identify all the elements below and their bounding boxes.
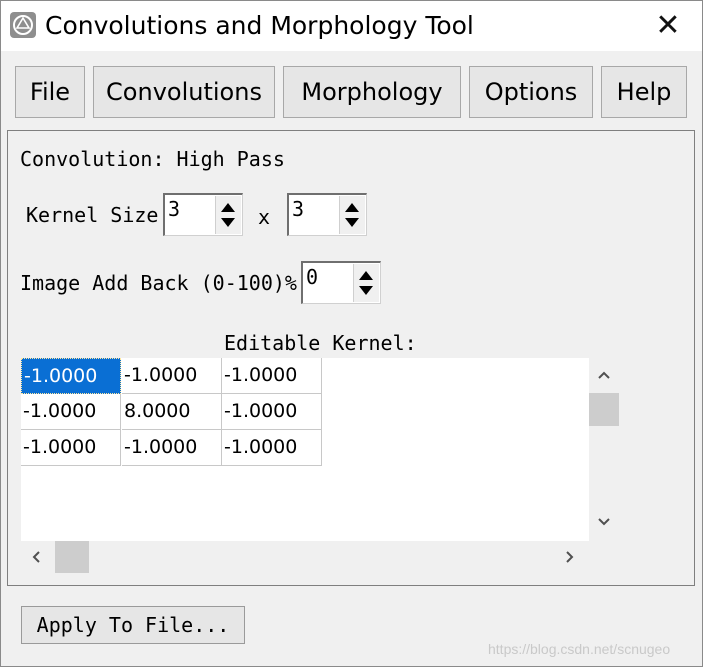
kernel-rows-spinner[interactable]: 3 — [163, 193, 243, 236]
kernel-x-label: x — [258, 205, 271, 229]
kernel-cell[interactable]: -1.0000 — [21, 358, 121, 394]
scroll-left-icon[interactable] — [31, 550, 41, 564]
watermark-text: https://blog.csdn.net/scnugeo — [488, 641, 671, 657]
kernel-cell[interactable]: -1.0000 — [122, 430, 222, 466]
kernel-cols-value[interactable]: 3 — [292, 197, 304, 221]
vertical-scrollbar[interactable] — [589, 358, 619, 541]
add-back-spinner[interactable]: 0 — [301, 261, 381, 304]
menu-file-button[interactable]: File — [15, 66, 85, 118]
convolution-label: Convolution: High Pass — [20, 147, 285, 171]
add-back-label: Image Add Back (0-100)% — [20, 271, 297, 295]
kernel-cell[interactable]: -1.0000 — [21, 394, 121, 430]
title-bar: Convolutions and Morphology Tool ✕ — [1, 1, 702, 51]
kernel-cell[interactable]: -1.0000 — [222, 358, 322, 394]
horizontal-scrollbar[interactable] — [21, 541, 589, 573]
scroll-down-icon[interactable] — [597, 517, 611, 527]
add-back-value[interactable]: 0 — [306, 265, 318, 289]
horizontal-scroll-thumb[interactable] — [55, 541, 89, 573]
apply-to-file-button[interactable]: Apply To File... — [21, 606, 245, 644]
spinner-arrows-icon[interactable] — [339, 196, 365, 234]
kernel-cell[interactable]: -1.0000 — [21, 430, 121, 466]
tool-window: Convolutions and Morphology Tool ✕ File … — [0, 0, 703, 667]
menu-options-button[interactable]: Options — [469, 66, 593, 118]
window-title: Convolutions and Morphology Tool — [45, 11, 474, 40]
spinner-arrows-icon[interactable] — [215, 196, 241, 234]
kernel-rows-value[interactable]: 3 — [168, 197, 180, 221]
vertical-scroll-thumb[interactable] — [589, 393, 619, 426]
kernel-table: -1.0000 -1.0000 -1.0000 -1.0000 8.0000 -… — [21, 358, 589, 541]
kernel-cols-spinner[interactable]: 3 — [287, 193, 367, 236]
close-icon[interactable]: ✕ — [651, 9, 685, 43]
spinner-arrows-icon[interactable] — [353, 264, 379, 302]
kernel-cell[interactable]: 8.0000 — [122, 394, 222, 430]
kernel-cell[interactable]: -1.0000 — [122, 358, 222, 394]
editable-kernel-label: Editable Kernel: — [224, 331, 417, 355]
menu-morphology-button[interactable]: Morphology — [283, 66, 461, 118]
menu-convolutions-button[interactable]: Convolutions — [93, 66, 275, 118]
app-icon — [9, 11, 37, 39]
menu-help-button[interactable]: Help — [601, 66, 687, 118]
kernel-cell[interactable]: -1.0000 — [222, 394, 322, 430]
kernel-size-label: Kernel Size — [26, 203, 159, 227]
kernel-cell[interactable]: -1.0000 — [222, 430, 322, 466]
scroll-up-icon[interactable] — [597, 370, 611, 380]
scroll-right-icon[interactable] — [565, 550, 575, 564]
